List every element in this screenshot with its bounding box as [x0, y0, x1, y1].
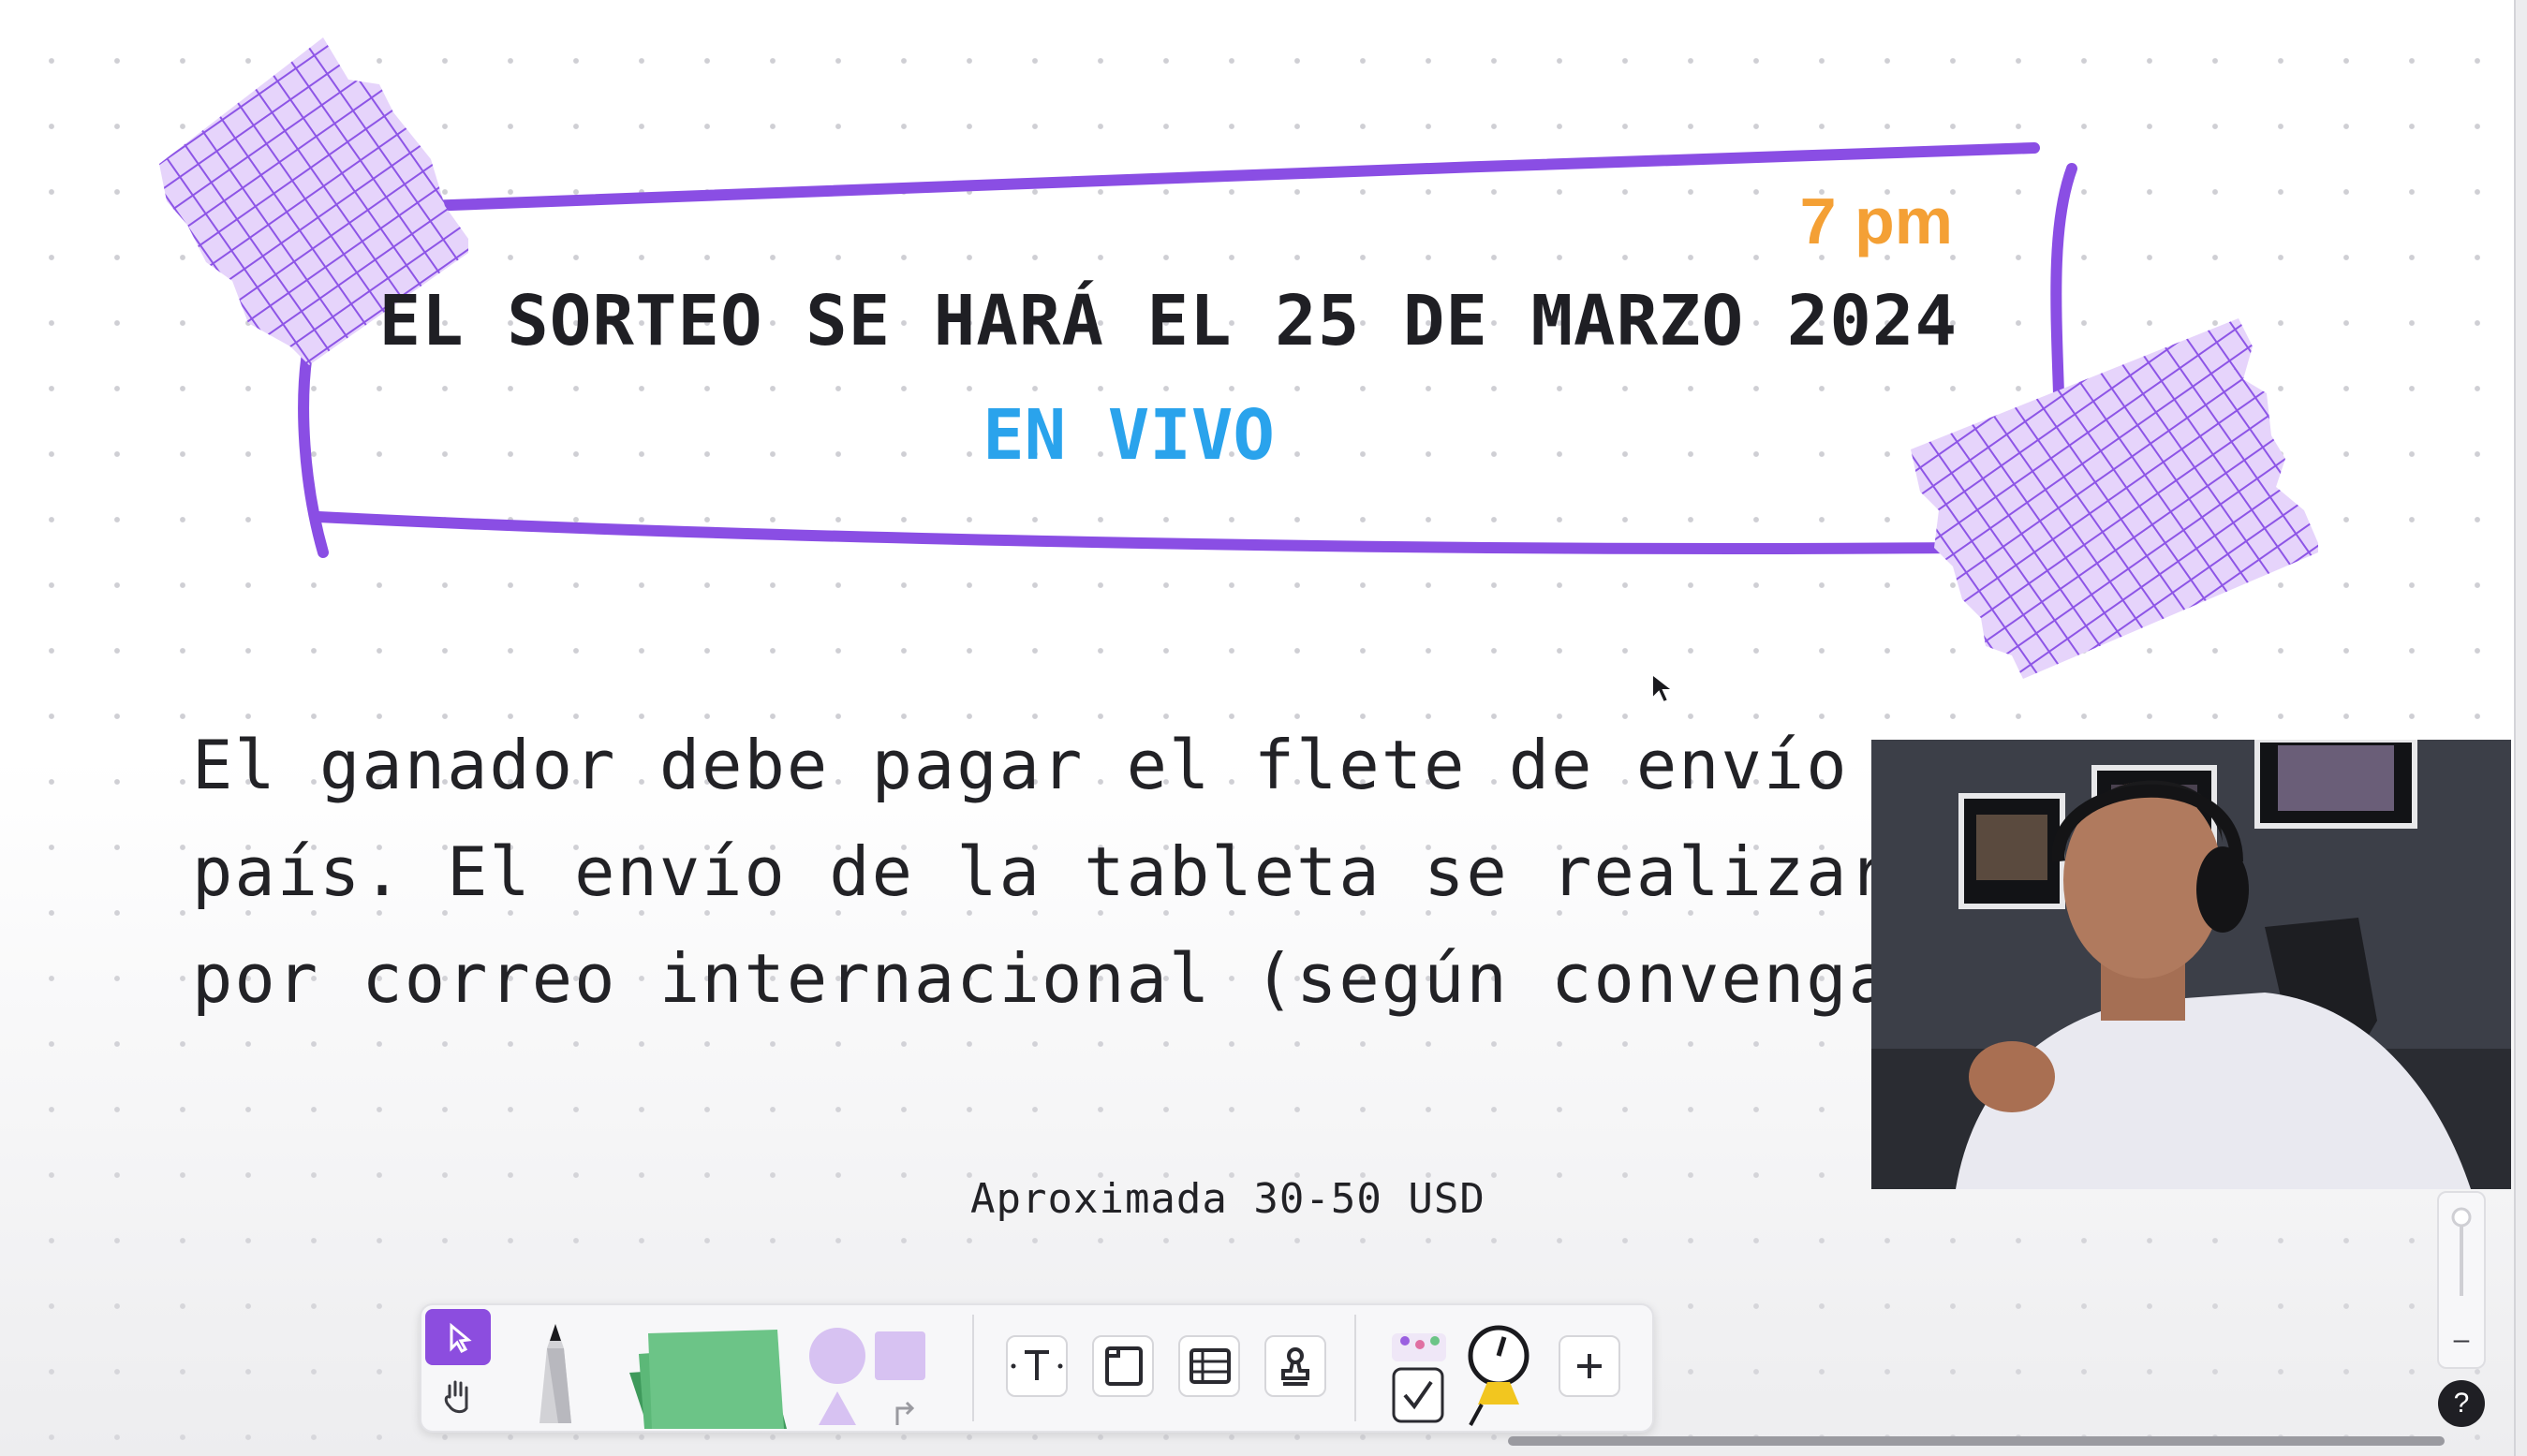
banner-time: 7 pm: [1799, 184, 1953, 257]
body-line: por correo internacional (según convenga: [192, 939, 1891, 1018]
timer-tool-button[interactable]: [1461, 1324, 1536, 1429]
washi-tape-bottom-right: [1911, 318, 2318, 679]
frame-tool-button[interactable]: [1092, 1335, 1154, 1397]
horizontal-scrollbar[interactable]: [1508, 1436, 2445, 1446]
body-text: El ganador debe pagar el flete de envío …: [192, 712, 1972, 1030]
banner-title: EL SORTEO SE HARÁ EL 25 DE MARZO 2024: [378, 281, 1958, 361]
hand-icon: [444, 1380, 468, 1414]
text-icon: [1011, 1350, 1063, 1380]
zoom-slider[interactable]: [2439, 1193, 2484, 1305]
add-tool-button[interactable]: [1559, 1335, 1620, 1397]
price-note: Aproximada 30-50 USD: [970, 1175, 1485, 1223]
table-icon: [1190, 1348, 1231, 1384]
pointer-icon: [450, 1322, 472, 1353]
stamp-icon: [1281, 1347, 1309, 1386]
webcam-overlay: [1871, 740, 2511, 1189]
checklist-icon: [1392, 1333, 1446, 1423]
select-tool-button[interactable]: [425, 1309, 491, 1365]
mouse-cursor-icon: [1651, 672, 1676, 704]
banner-subtitle: EN VIVO: [983, 395, 1275, 476]
presenter-video: [1871, 740, 2511, 1189]
hand-tool-button[interactable]: [425, 1367, 491, 1423]
pen-tool-button[interactable]: [523, 1320, 588, 1423]
body-line: El ganador debe pagar el flete de envío …: [192, 726, 1934, 804]
toolbar-divider: [1354, 1315, 1356, 1421]
zoom-out-button[interactable]: –: [2439, 1324, 2484, 1356]
help-button[interactable]: ?: [2438, 1380, 2485, 1427]
shapes-tool-button[interactable]: [807, 1322, 929, 1425]
widgets-tool-button[interactable]: [1386, 1324, 1457, 1427]
table-tool-button[interactable]: [1178, 1335, 1240, 1397]
text-tool-button[interactable]: [1006, 1335, 1068, 1397]
stamp-tool-button[interactable]: [1264, 1335, 1326, 1397]
stopwatch-icon: [1468, 1325, 1530, 1426]
sticky-note-tool-button[interactable]: [629, 1326, 789, 1429]
zoom-panel: –: [2437, 1191, 2486, 1369]
bottom-toolbar: [420, 1303, 1654, 1433]
vertical-scrollbar[interactable]: [2514, 0, 2527, 1456]
sticky-note-icon: [629, 1330, 787, 1429]
frame-icon: [1105, 1346, 1143, 1386]
shapes-icon: [809, 1328, 925, 1425]
plus-icon: [1577, 1354, 1602, 1378]
toolbar-divider: [972, 1315, 974, 1421]
pencil-icon: [539, 1324, 571, 1423]
body-line: país. El envío de la tableta se realizar…: [192, 832, 1934, 911]
